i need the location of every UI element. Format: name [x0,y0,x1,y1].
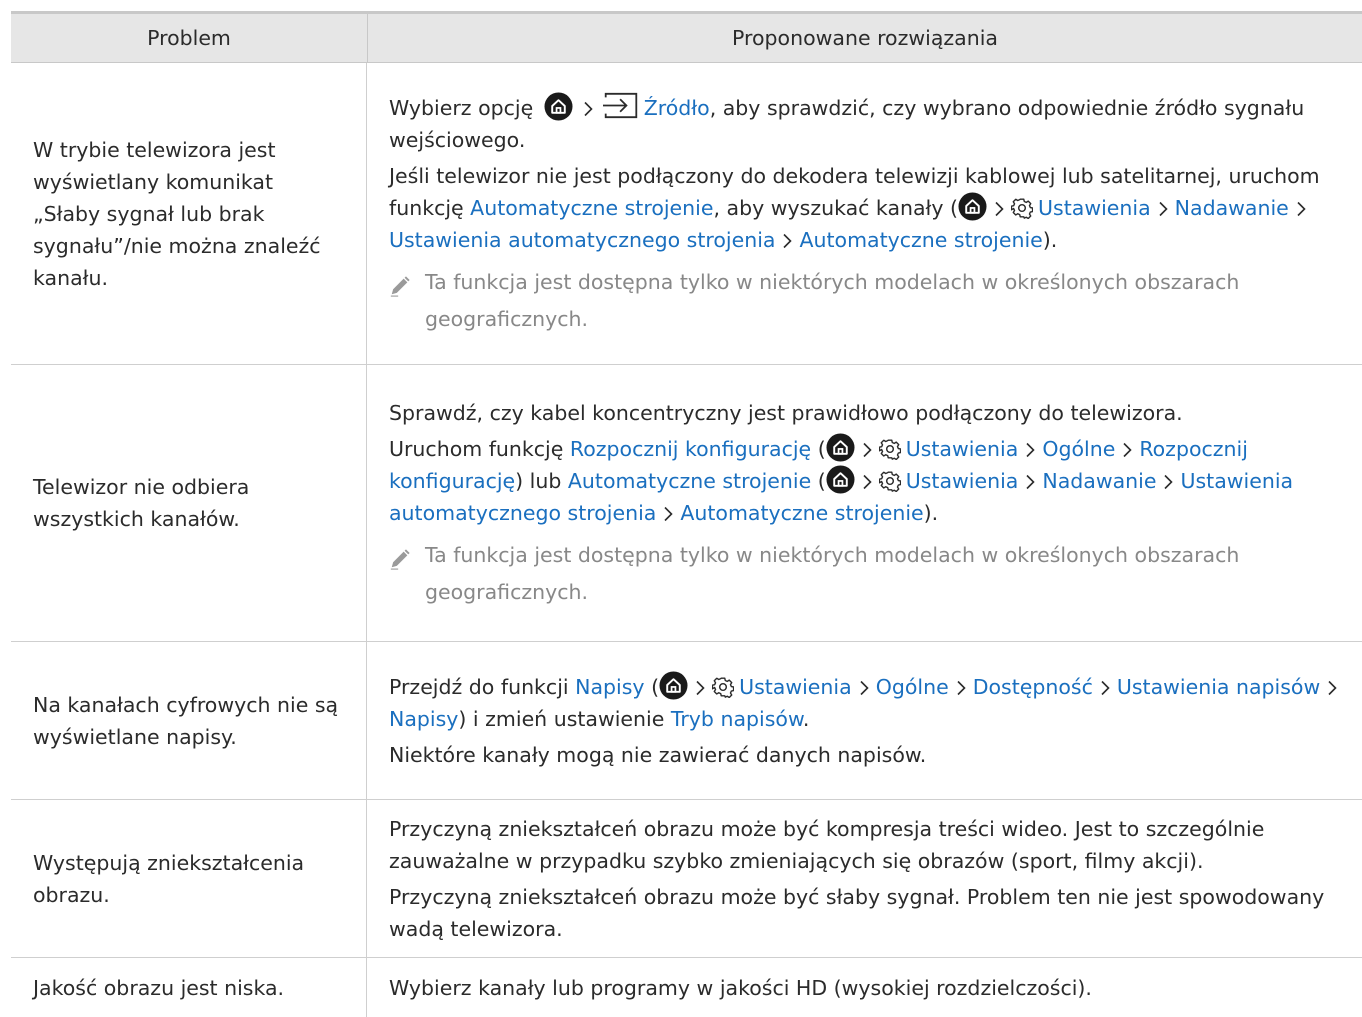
problem-text: Telewizor nie odbiera wszystkich kanałów… [33,475,250,531]
solution-paragraph: Przejdź do funkcji Napisy ( Ustawienia Ogó… [389,671,1352,735]
gear-icon [712,676,734,698]
solution-paragraph: Przyczyną zniekształceń obrazu może być … [389,884,1325,941]
solution-cell: Wybierz kanały lub programy w jakości HD… [367,958,1362,1017]
table-header: Problem Proponowane rozwiązania [11,11,1362,63]
chevron-right-icon [1163,474,1173,490]
text: Przejdź do funkcji [389,674,576,699]
link-settings[interactable]: Ustawienia [906,437,1019,461]
table-row: Występują zniekształcenia obrazu. Przycz… [11,800,1362,958]
source-input-icon [603,92,639,119]
link-auto-tune-settings[interactable]: Ustawienia automatycznego strojenia [389,228,775,252]
note-text: Ta funkcja jest dostępna tylko w niektór… [425,543,1240,604]
home-icon [826,433,855,462]
chevron-right-icon [1025,474,1035,490]
link-source[interactable]: Źródło [644,96,710,120]
chevron-right-icon [583,101,593,117]
problem-text: Na kanałach cyfrowych nie są wyświetlane… [33,692,339,749]
note: Ta funkcja jest dostępna tylko w niektór… [389,537,1352,611]
link-auto-tune[interactable]: Automatyczne strojenie [799,228,1042,252]
home-icon [826,465,855,494]
text: . [802,706,810,731]
link-subtitle-mode[interactable]: Tryb napisów [671,707,803,731]
link-broadcast[interactable]: Nadawanie [1042,469,1156,493]
text: ( [644,674,660,699]
text: ( [811,437,826,461]
solution-paragraph: Wybierz kanały lub programy w jakości HD… [389,975,1092,1000]
troubleshooting-table: Problem Proponowane rozwiązania W trybie… [11,11,1362,1017]
problem-cell: Jakość obrazu jest niska. [11,958,367,1017]
note-text: Ta funkcja jest dostępna tylko w niektór… [425,269,1240,331]
problem-text: Występują zniekształcenia obrazu. [33,850,305,907]
text: ) lub [515,469,568,493]
home-icon [659,671,688,700]
solution-cell: Wybierz opcję Źródło, aby sprawdzić, czy… [367,63,1362,364]
text: ). [1042,227,1058,252]
text: Wybierz opcję [389,95,534,120]
chevron-right-icon [1158,201,1168,217]
solution-paragraph: Niektóre kanały mogą nie zawierać danych… [389,742,927,767]
problem-text: W trybie telewizora jest wyświetlany kom… [33,137,321,290]
note: Ta funkcja jest dostępna tylko w niektór… [389,264,1352,338]
solution-paragraph: Wybierz opcję Źródło, aby sprawdzić, czy… [389,92,1352,156]
link-accessibility[interactable]: Dostępność [973,675,1093,699]
text: ( [811,469,826,493]
link-broadcast[interactable]: Nadawanie [1175,196,1289,220]
link-general[interactable]: Ogólne [876,675,949,699]
chevron-right-icon [862,442,872,458]
solution-paragraph: Uruchom funkcję Rozpocznij konfigurację … [389,433,1352,529]
text: ). [923,501,939,525]
solution-cell: Sprawdź, czy kabel koncentryczny jest pr… [367,365,1362,641]
pencil-note-icon [389,275,411,297]
link-auto-tune[interactable]: Automatyczne strojenie [680,501,923,525]
link-start-setup[interactable]: Rozpocznij konfigurację [570,437,811,461]
problem-cell: W trybie telewizora jest wyświetlany kom… [11,63,367,364]
solution-paragraph: Przyczyną zniekształceń obrazu może być … [389,816,1265,873]
problem-cell: Na kanałach cyfrowych nie są wyświetlane… [11,642,367,799]
problem-cell: Występują zniekształcenia obrazu. [11,800,367,957]
text: ) i zmień ustawienie [458,706,671,731]
link-settings[interactable]: Ustawienia [1038,196,1151,220]
problem-text: Jakość obrazu jest niska. [33,975,285,1000]
table-row: Na kanałach cyfrowych nie są wyświetlane… [11,642,1362,800]
link-settings[interactable]: Ustawienia [739,675,852,699]
chevron-right-icon [1025,442,1035,458]
header-problem: Problem [11,14,368,62]
link-settings[interactable]: Ustawienia [906,469,1019,493]
table-row: Telewizor nie odbiera wszystkich kanałów… [11,365,1362,642]
chevron-right-icon [1122,442,1132,458]
gear-icon [879,438,901,460]
gear-icon [879,470,901,492]
gear-icon [1011,197,1033,219]
link-subtitles[interactable]: Napisy [389,707,458,731]
link-subtitles[interactable]: Napisy [575,675,644,699]
header-solutions: Proponowane rozwiązania [732,26,998,50]
chevron-right-icon [1296,201,1306,217]
chevron-right-icon [994,201,1004,217]
chevron-right-icon [782,233,792,249]
text: , aby wyszukać kanały ( [713,195,959,220]
pencil-note-icon [389,548,411,570]
chevron-right-icon [695,680,705,696]
link-general[interactable]: Ogólne [1042,437,1115,461]
chevron-right-icon [1100,680,1110,696]
chevron-right-icon [663,506,673,522]
problem-cell: Telewizor nie odbiera wszystkich kanałów… [11,365,367,641]
chevron-right-icon [859,680,869,696]
chevron-right-icon [956,680,966,696]
link-subtitle-settings[interactable]: Ustawienia napisów [1117,675,1320,699]
chevron-right-icon [1327,680,1337,696]
solution-cell: Przejdź do funkcji Napisy ( Ustawienia Ogó… [367,642,1362,799]
table-row: Jakość obrazu jest niska. Wybierz kanały… [11,958,1362,1017]
solution-cell: Przyczyną zniekształceń obrazu może być … [367,800,1362,957]
chevron-right-icon [862,474,872,490]
solution-paragraph: Sprawdź, czy kabel koncentryczny jest pr… [389,401,1183,425]
link-auto-tune[interactable]: Automatyczne strojenie [568,469,811,493]
home-icon [958,192,987,221]
home-icon [544,92,573,121]
solution-paragraph: Jeśli telewizor nie jest podłączony do d… [389,160,1352,256]
table-row: W trybie telewizora jest wyświetlany kom… [11,63,1362,365]
text: Uruchom funkcję [389,437,570,461]
link-auto-tune[interactable]: Automatyczne strojenie [470,196,713,220]
